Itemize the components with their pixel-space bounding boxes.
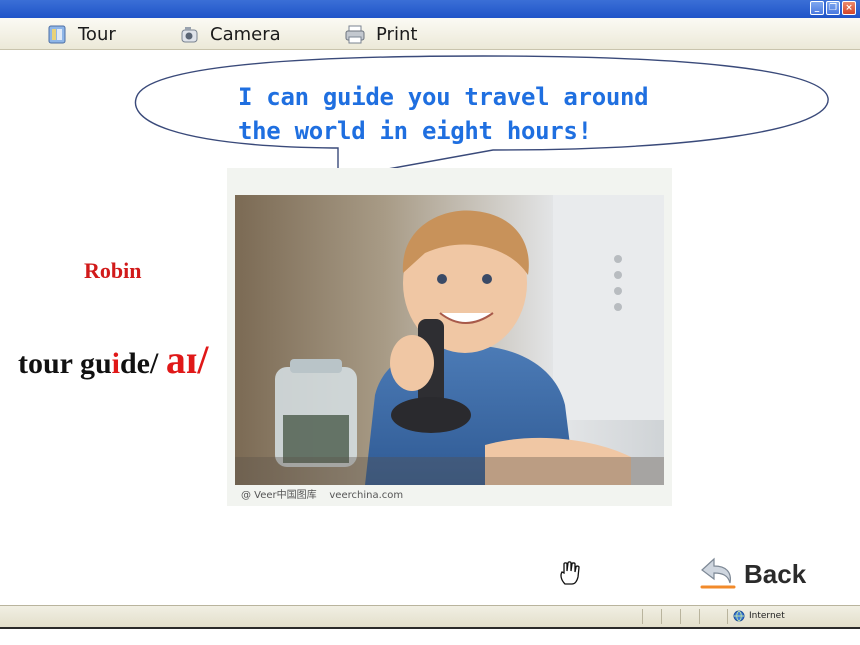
vocab-text-end: de/ — [119, 347, 166, 380]
speech-line-2: the world in eight hours! — [238, 117, 592, 145]
security-zone[interactable]: Internet — [733, 610, 785, 622]
camera-button[interactable]: Camera — [178, 21, 281, 47]
speech-line-1: I can guide you travel around — [238, 83, 649, 111]
status-divider — [727, 609, 728, 624]
tour-book-icon — [48, 25, 66, 44]
tour-label: Tour — [78, 23, 116, 45]
toolbar: Tour Camera Print — [0, 18, 860, 50]
status-divider — [699, 609, 700, 624]
minimize-button[interactable]: _ — [810, 1, 824, 15]
window-controls: _ ❐ × — [810, 1, 856, 15]
print-label: Print — [376, 23, 418, 45]
status-bar: Internet — [0, 605, 860, 627]
status-divider — [680, 609, 681, 624]
printer-icon — [345, 25, 365, 44]
back-label: Back — [744, 558, 807, 589]
print-button[interactable]: Print — [344, 21, 417, 47]
vocab-phonetic: aɪ/ — [165, 337, 209, 382]
close-button[interactable]: × — [842, 1, 856, 15]
hand-cursor-icon — [560, 561, 580, 585]
camera-label: Camera — [210, 23, 281, 45]
security-zone-label: Internet — [749, 611, 785, 621]
status-divider — [661, 609, 662, 624]
speech-bubble-text: I can guide you travel around the world … — [238, 80, 649, 148]
photo-frame: @ Veer中国图库 veerchina.com — [227, 168, 672, 506]
character-name: Robin — [84, 258, 142, 283]
vocabulary-term: tour guide/ aɪ/ — [18, 336, 208, 383]
title-bar: _ ❐ × — [0, 0, 860, 18]
status-divider — [642, 609, 643, 624]
boy-with-joystick-photo — [235, 195, 664, 485]
photo-caption: @ Veer中国图库 veerchina.com — [241, 490, 404, 501]
window-bottom-border — [0, 627, 860, 645]
camera-icon — [181, 27, 198, 43]
restore-button[interactable]: ❐ — [826, 1, 840, 15]
tour-button[interactable]: Tour — [46, 21, 116, 47]
back-button[interactable]: Back — [700, 554, 806, 594]
vocab-highlight-letter: i — [111, 347, 120, 380]
vocab-text-start: tour gu — [18, 347, 112, 380]
back-arrow-icon — [700, 557, 736, 589]
browser-window: _ ❐ × Tour Camera Print I can guide you … — [0, 0, 860, 645]
globe-icon — [733, 610, 745, 622]
